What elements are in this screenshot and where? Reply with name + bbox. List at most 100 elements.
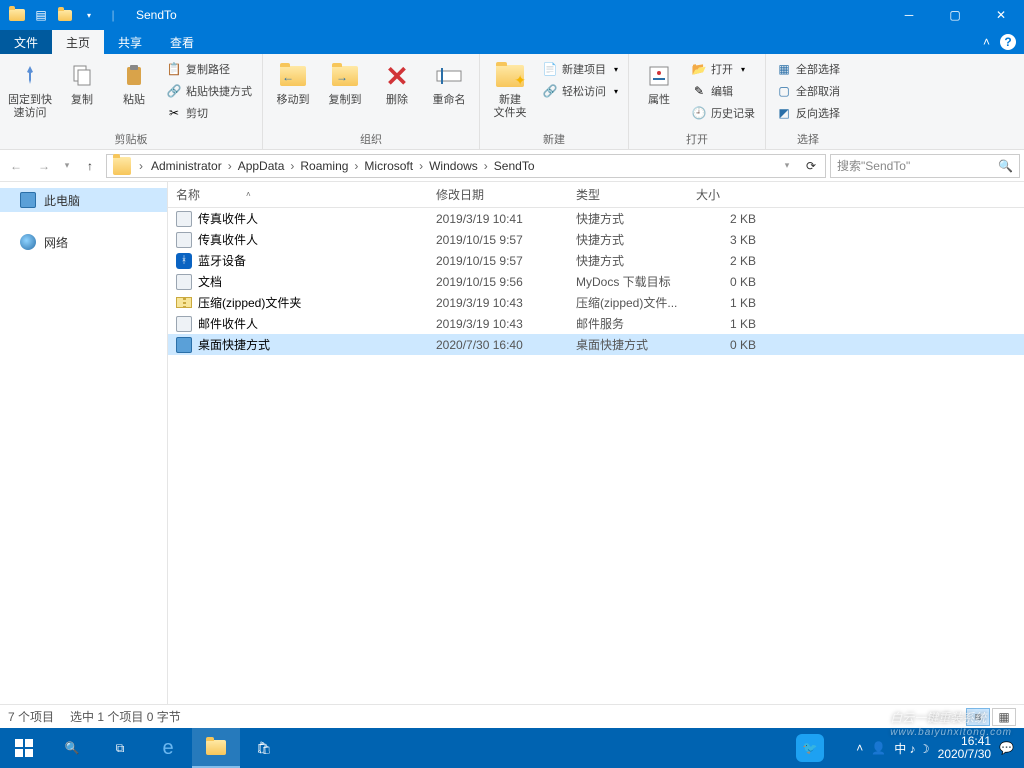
chevron-right-icon[interactable]: › (417, 159, 425, 173)
file-row[interactable]: 传真收件人2019/10/15 9:57快捷方式3 KB (168, 229, 1024, 250)
up-button[interactable]: ↑ (78, 154, 102, 178)
paste-shortcut-button[interactable]: 🔗粘贴快捷方式 (160, 80, 258, 102)
copy-to-button[interactable]: →复制到 (319, 56, 371, 107)
maximize-button[interactable]: ▢ (932, 0, 978, 30)
select-none-button[interactable]: ▢全部取消 (770, 80, 846, 102)
delete-button[interactable]: ✕删除 (371, 56, 423, 107)
tray-expand-icon[interactable]: ˄ (856, 741, 863, 755)
file-name: 传真收件人 (198, 210, 258, 227)
notification-icon[interactable]: 💬 (999, 741, 1014, 755)
select-all-button[interactable]: ▦全部选择 (770, 58, 846, 80)
file-icon (176, 211, 192, 227)
address-dropdown-icon[interactable]: ▾ (775, 154, 799, 178)
forward-button[interactable]: → (32, 154, 56, 178)
status-bar: 7 个项目 选中 1 个项目 0 字节 ≡ ▦ (0, 704, 1024, 728)
sidebar-item-this-pc[interactable]: 此电脑 (0, 188, 167, 212)
window-title: SendTo (136, 8, 177, 22)
invert-selection-button[interactable]: ◩反向选择 (770, 102, 846, 124)
move-to-button[interactable]: ←移动到 (267, 56, 319, 107)
file-date: 2019/3/19 10:43 (428, 296, 568, 310)
task-view-button[interactable]: ⧉ (96, 728, 144, 768)
column-size[interactable]: 大小 (688, 186, 768, 203)
tab-share[interactable]: 共享 (104, 30, 156, 54)
recent-dropdown[interactable]: ▾ (60, 154, 74, 178)
file-type: MyDocs 下载目标 (568, 273, 688, 290)
tab-file[interactable]: 文件 (0, 30, 52, 54)
navigation-pane: 此电脑 网络 (0, 182, 168, 704)
file-row[interactable]: 传真收件人2019/3/19 10:41快捷方式2 KB (168, 208, 1024, 229)
qat-dropdown-icon[interactable]: ▾ (78, 4, 100, 26)
file-size: 2 KB (688, 254, 768, 268)
explorer-button[interactable] (192, 728, 240, 768)
cut-button[interactable]: ✂剪切 (160, 102, 258, 124)
file-type: 快捷方式 (568, 231, 688, 248)
search-input[interactable]: 搜索"SendTo" 🔍 (830, 154, 1020, 178)
address-bar[interactable]: › Administrator›AppData›Roaming›Microsof… (106, 154, 826, 178)
ribbon-collapse-icon[interactable]: ˄ (983, 35, 990, 49)
file-row[interactable]: 文档2019/10/15 9:56MyDocs 下载目标0 KB (168, 271, 1024, 292)
history-button[interactable]: 🕘历史记录 (685, 102, 761, 124)
breadcrumb-segment[interactable]: Roaming (296, 159, 352, 173)
file-name: 文档 (198, 273, 222, 290)
store-button[interactable]: 🛍 (240, 728, 288, 768)
new-folder-button[interactable]: ✦新建 文件夹 (484, 56, 536, 120)
group-label-clipboard: 剪贴板 (4, 129, 258, 149)
easy-access-button[interactable]: 🔗轻松访问▾ (536, 80, 624, 102)
rename-button[interactable]: 重命名 (423, 56, 475, 107)
breadcrumb-segment[interactable]: Windows (425, 159, 482, 173)
qat-properties-icon[interactable]: ▤ (30, 4, 52, 26)
view-details-button[interactable]: ≡ (966, 708, 990, 726)
sidebar-item-network[interactable]: 网络 (0, 230, 167, 254)
file-list-pane: 名称˄ 修改日期 类型 大小 传真收件人2019/3/19 10:41快捷方式2… (168, 182, 1024, 704)
tray-ime-indicator[interactable]: 中 ♪ ☽ (894, 740, 929, 757)
file-date: 2020/7/30 16:40 (428, 338, 568, 352)
edit-button[interactable]: ✎编辑 (685, 80, 761, 102)
refresh-button[interactable]: ⟳ (799, 154, 823, 178)
sort-indicator-icon: ˄ (246, 190, 251, 199)
breadcrumb-segment[interactable]: SendTo (490, 159, 539, 173)
new-item-button[interactable]: 📄新建项目▾ (536, 58, 624, 80)
chevron-right-icon[interactable]: › (482, 159, 490, 173)
breadcrumb-segment[interactable]: Administrator (147, 159, 226, 173)
properties-button[interactable]: 属性 (633, 56, 685, 107)
back-button[interactable]: ← (4, 154, 28, 178)
breadcrumb-segment[interactable]: Microsoft (360, 159, 417, 173)
file-row[interactable]: ᚼ蓝牙设备2019/10/15 9:57快捷方式2 KB (168, 250, 1024, 271)
file-icon (176, 295, 192, 311)
column-type[interactable]: 类型 (568, 186, 688, 203)
breadcrumb-segment[interactable]: AppData (234, 159, 289, 173)
file-row[interactable]: 压缩(zipped)文件夹2019/3/19 10:43压缩(zipped)文件… (168, 292, 1024, 313)
file-icon: ᚼ (176, 253, 192, 269)
tray-clock[interactable]: 16:41 2020/7/30 (938, 735, 991, 761)
group-label-new: 新建 (484, 129, 624, 149)
group-label-open: 打开 (633, 129, 761, 149)
tab-view[interactable]: 查看 (156, 30, 208, 54)
copy-path-button[interactable]: 📋复制路径 (160, 58, 258, 80)
column-date[interactable]: 修改日期 (428, 186, 568, 203)
chevron-right-icon[interactable]: › (226, 159, 234, 173)
paste-button[interactable]: 粘贴 (108, 56, 160, 107)
file-row[interactable]: 邮件收件人2019/3/19 10:43邮件服务1 KB (168, 313, 1024, 334)
copy-button[interactable]: 复制 (56, 56, 108, 107)
tray-people-icon[interactable]: 👤 (871, 741, 886, 755)
view-thumbnails-button[interactable]: ▦ (992, 708, 1016, 726)
pin-button[interactable]: 固定到快 速访问 (4, 56, 56, 120)
chevron-right-icon[interactable]: › (137, 159, 145, 173)
minimize-button[interactable]: ─ (886, 0, 932, 30)
help-icon[interactable]: ? (1000, 34, 1016, 50)
file-date: 2019/10/15 9:56 (428, 275, 568, 289)
file-type: 邮件服务 (568, 315, 688, 332)
edge-button[interactable]: e (144, 728, 192, 768)
qat-separator: | (102, 4, 124, 26)
tab-home[interactable]: 主页 (52, 30, 104, 54)
search-button[interactable]: 🔍 (48, 728, 96, 768)
column-name[interactable]: 名称˄ (168, 186, 428, 203)
ribbon: 固定到快 速访问 复制 粘贴 📋复制路径 🔗粘贴快捷方式 ✂剪切 剪贴板 ←移动… (0, 54, 1024, 150)
start-button[interactable] (0, 728, 48, 768)
close-button[interactable]: ✕ (978, 0, 1024, 30)
file-type: 桌面快捷方式 (568, 336, 688, 353)
open-button[interactable]: 📂打开▾ (685, 58, 761, 80)
qat-new-folder-icon[interactable] (54, 4, 76, 26)
file-rows: 传真收件人2019/3/19 10:41快捷方式2 KB传真收件人2019/10… (168, 208, 1024, 355)
file-row[interactable]: 桌面快捷方式2020/7/30 16:40桌面快捷方式0 KB (168, 334, 1024, 355)
